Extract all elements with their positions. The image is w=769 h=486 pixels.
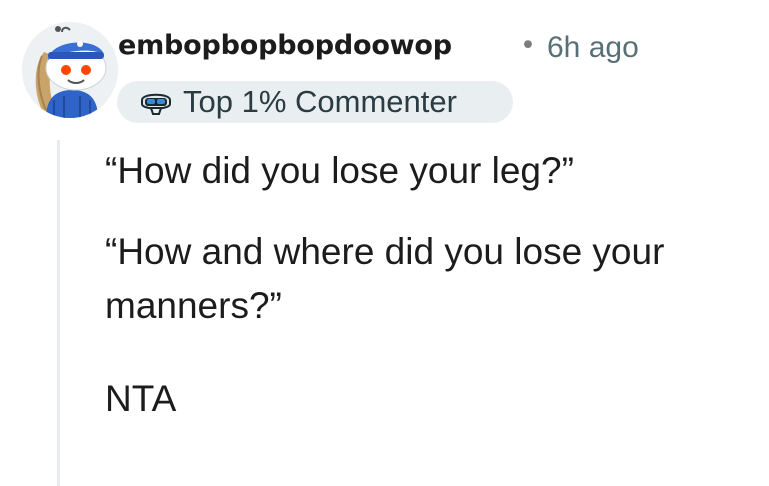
- comment-timestamp[interactable]: 6h ago: [547, 31, 639, 65]
- comment-paragraph: NTA: [105, 378, 177, 419]
- flair-label: Top 1% Commenter: [183, 84, 457, 119]
- user-flair-badge[interactable]: Top 1% Commenter: [117, 81, 513, 123]
- snoo-avatar-icon: [22, 22, 118, 118]
- author-username[interactable]: embopbopbopdoowop: [118, 30, 452, 61]
- meta-separator: •: [520, 30, 536, 61]
- comment-body: “How did you lose your leg?” “How and wh…: [105, 144, 765, 453]
- thread-collapse-line[interactable]: [57, 140, 60, 486]
- user-avatar[interactable]: [22, 22, 118, 118]
- comment-paragraph: “How did you lose your leg?”: [105, 150, 574, 191]
- comment: embopbopbopdoowop • 6h ago Top 1% Commen…: [0, 0, 769, 486]
- comment-paragraph: “How and where did you lose your manners…: [105, 231, 665, 326]
- top-commenter-icon: [141, 93, 171, 115]
